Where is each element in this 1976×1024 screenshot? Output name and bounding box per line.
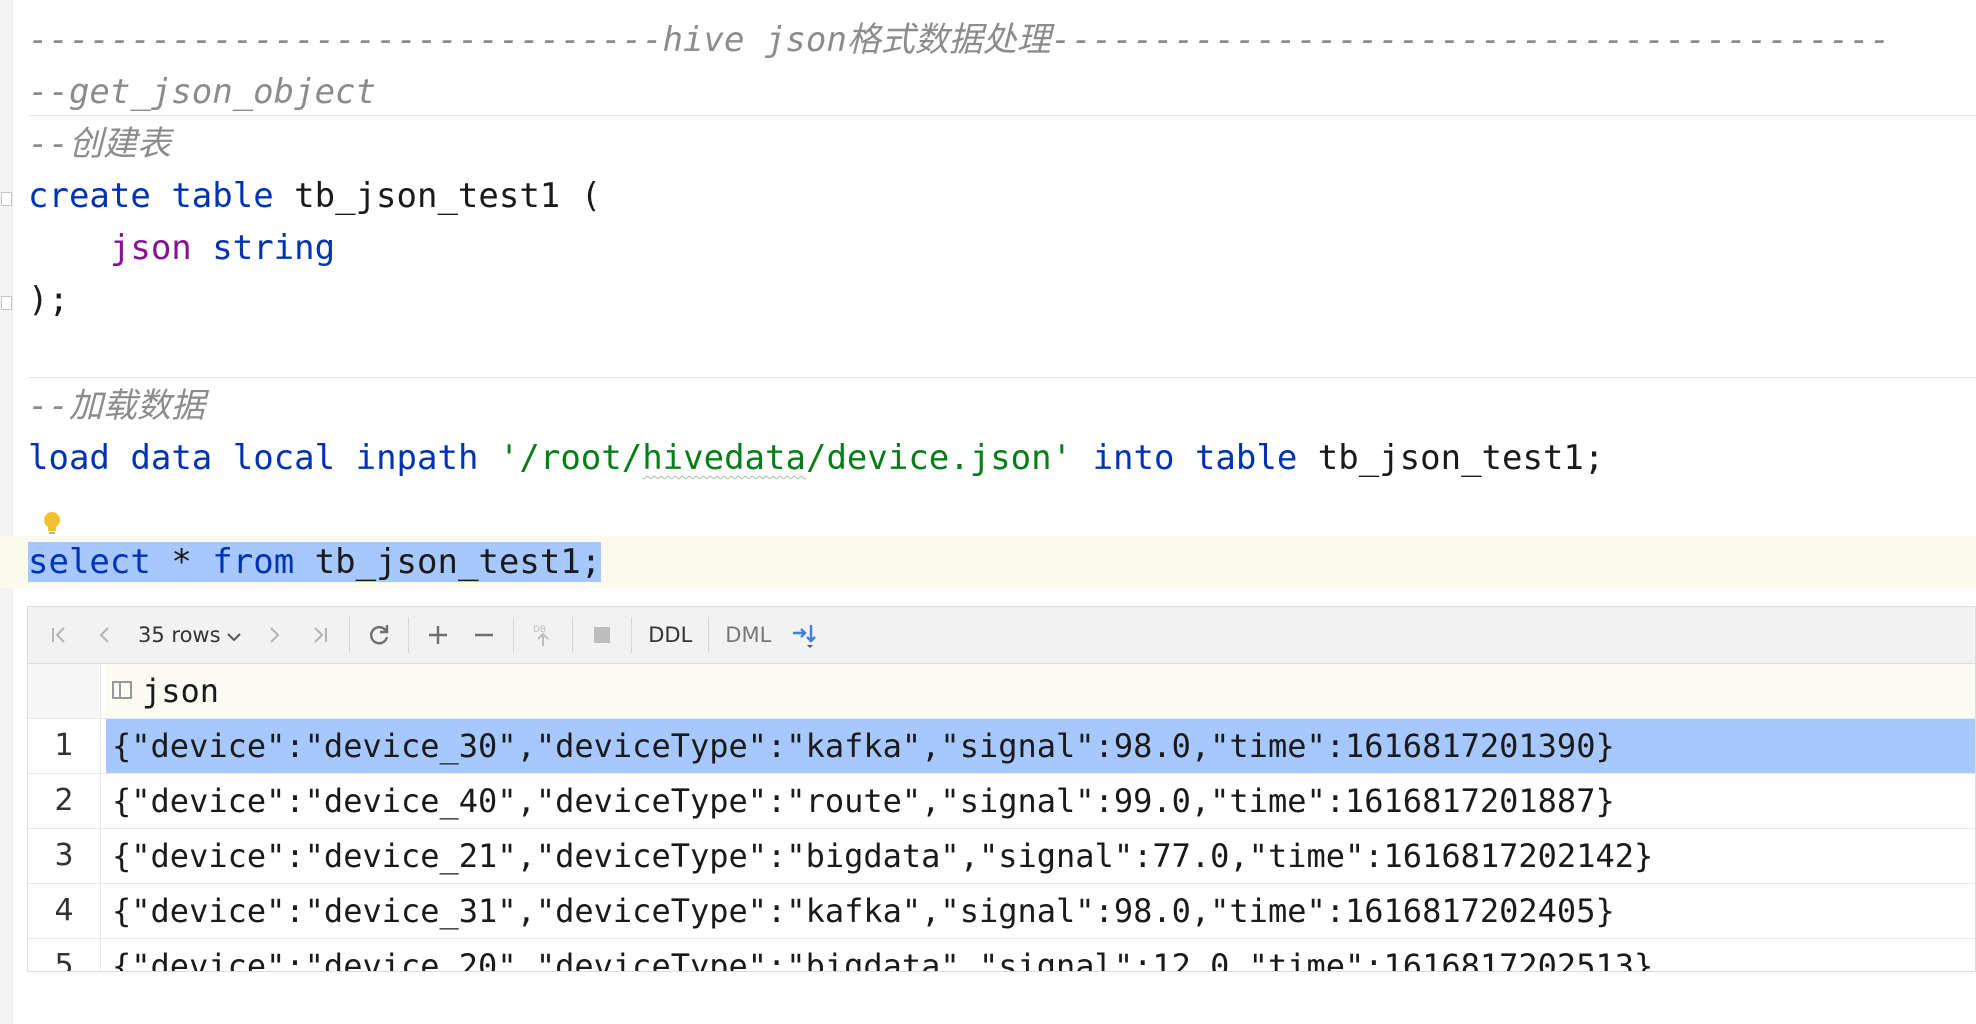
row-number: 3 <box>28 829 101 883</box>
results-toolbar: 35 rows DB DDL DML <box>28 607 1975 664</box>
results-panel: 35 rows DB DDL DML json 1 {"device":"dev… <box>27 606 1976 972</box>
code-line-select[interactable]: select * from tb_json_test1; <box>28 536 602 588</box>
json-cell[interactable]: {"device":"device_21","deviceType":"bigd… <box>106 829 1975 883</box>
table-row[interactable]: 3 {"device":"device_21","deviceType":"bi… <box>28 829 1975 884</box>
keyword-select: select <box>28 542 151 582</box>
code-line-create-table[interactable]: create table tb_json_test1 ( <box>28 170 601 222</box>
fold-start-icon[interactable] <box>1 192 12 206</box>
rows-count-selector[interactable]: 35 rows <box>128 623 251 647</box>
comment-load-data: --加载数据 <box>28 386 205 426</box>
fold-end-icon[interactable] <box>1 296 12 310</box>
submit-db-icon[interactable]: DB <box>520 615 566 655</box>
lightbulb-icon[interactable] <box>42 511 62 537</box>
toolbar-divider <box>572 617 574 653</box>
table-row[interactable]: 4 {"device":"device_31","deviceType":"ka… <box>28 884 1975 939</box>
keyword-data: data <box>130 438 213 478</box>
json-cell[interactable]: {"device":"device_31","deviceType":"kafk… <box>106 884 1975 938</box>
toolbar-divider <box>513 617 515 653</box>
code-line-load-data[interactable]: load data local inpath '/root/hivedata/d… <box>28 432 1604 484</box>
column-icon <box>112 681 132 699</box>
keyword-local: local <box>232 438 336 478</box>
path-string-typo: hivedata <box>642 438 806 478</box>
target-table-name: tb_json_test1; <box>1317 438 1605 478</box>
grid-header-row: json <box>28 664 1975 719</box>
star-operator: * <box>171 542 192 582</box>
table-row[interactable]: 2 {"device":"device_40","deviceType":"ro… <box>28 774 1975 829</box>
rows-count-label: 35 rows <box>138 623 221 647</box>
section-divider-comment: -------------------------------hive json… <box>28 20 1891 60</box>
toolbar-divider <box>408 617 410 653</box>
row-number: 5 <box>28 939 101 971</box>
table-row[interactable]: 1 {"device":"device_30","deviceType":"ka… <box>28 719 1975 774</box>
svg-text:DB: DB <box>533 625 546 635</box>
prev-page-icon[interactable] <box>82 615 128 655</box>
last-page-icon[interactable] <box>297 615 343 655</box>
keyword-load: load <box>28 438 110 478</box>
method-separator <box>28 115 1976 116</box>
keyword-into: into <box>1092 438 1175 478</box>
row-number: 4 <box>28 884 101 938</box>
code-line-close-paren[interactable]: ); <box>28 274 69 326</box>
keyword-inpath: inpath <box>355 438 479 478</box>
add-row-icon[interactable] <box>415 615 461 655</box>
chevron-down-icon <box>227 633 241 642</box>
column-header-json[interactable]: json <box>106 664 1975 718</box>
json-cell[interactable]: {"device":"device_30","deviceType":"kafk… <box>106 719 1975 773</box>
keyword-create: create <box>28 176 151 216</box>
row-number: 2 <box>28 774 101 828</box>
table-row[interactable]: 5 {"device":"device_20","deviceType":"bi… <box>28 939 1975 971</box>
row-number: 1 <box>28 719 101 773</box>
table-name: tb_json_test1 ( <box>294 176 602 216</box>
stop-icon[interactable] <box>579 615 625 655</box>
compare-icon[interactable] <box>781 615 827 655</box>
results-grid: json 1 {"device":"device_30","deviceType… <box>28 664 1975 971</box>
delete-row-icon[interactable] <box>461 615 507 655</box>
row-number-header <box>28 664 101 718</box>
json-cell[interactable]: {"device":"device_40","deviceType":"rout… <box>106 774 1975 828</box>
refresh-icon[interactable] <box>356 615 402 655</box>
keyword-from: from <box>212 542 295 582</box>
column-header-label: json <box>142 672 220 710</box>
path-string-end: /device.json' <box>805 438 1073 478</box>
next-page-icon[interactable] <box>251 615 297 655</box>
first-page-icon[interactable] <box>36 615 82 655</box>
column-json: json <box>109 228 192 268</box>
keyword-table-2: table <box>1194 438 1298 478</box>
json-cell[interactable]: {"device":"device_20","deviceType":"bigd… <box>106 939 1975 971</box>
code-line-column-def[interactable]: json string <box>28 222 335 274</box>
statement-separator <box>28 377 1976 378</box>
type-string: string <box>212 228 336 268</box>
comment-get-json-object: --get_json_object <box>28 72 376 112</box>
toolbar-divider <box>708 617 710 653</box>
ddl-button[interactable]: DDL <box>638 623 702 647</box>
toolbar-divider <box>349 617 351 653</box>
keyword-table: table <box>171 176 274 216</box>
path-string-start: '/root/ <box>498 438 643 478</box>
toolbar-divider <box>631 617 633 653</box>
dml-button[interactable]: DML <box>715 623 781 647</box>
comment-create-table: --创建表 <box>28 124 171 164</box>
selected-statement: select * from tb_json_test1; <box>28 542 602 582</box>
editor-gutter <box>0 0 13 1024</box>
select-table-name: tb_json_test1; <box>314 542 602 582</box>
